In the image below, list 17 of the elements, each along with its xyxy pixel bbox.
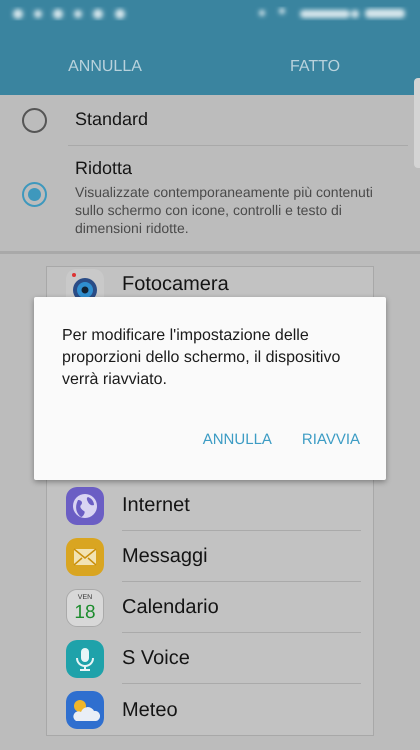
app-name[interactable]: Meteo [122,698,178,722]
edge-panel-handle[interactable] [414,78,420,168]
envelope-icon [66,538,104,576]
sun-cloud-icon [66,690,104,728]
radio-button[interactable] [22,182,47,207]
app-name[interactable]: Internet [122,493,190,517]
app-name[interactable]: Fotocamera [122,272,229,296]
app-name[interactable]: Calendario [122,595,219,619]
app-name[interactable]: S Voice [122,646,190,670]
radio-button[interactable] [22,108,47,133]
option-description: Visualizzate contemporaneamente più contenuti sullo schermo con icone, controlli e testo di dimensioni ridotte. [75,183,374,237]
camera-icon [66,269,104,297]
app-name[interactable]: Messaggi [122,544,208,568]
option-label: Ridotta [75,157,134,180]
microphone-icon [66,640,104,678]
dialog-message: Per modificare l'impostazione delle proporzioni dello schermo, il dispositivo verrà riavviato. [62,326,342,390]
option-label: Standard [75,108,148,131]
